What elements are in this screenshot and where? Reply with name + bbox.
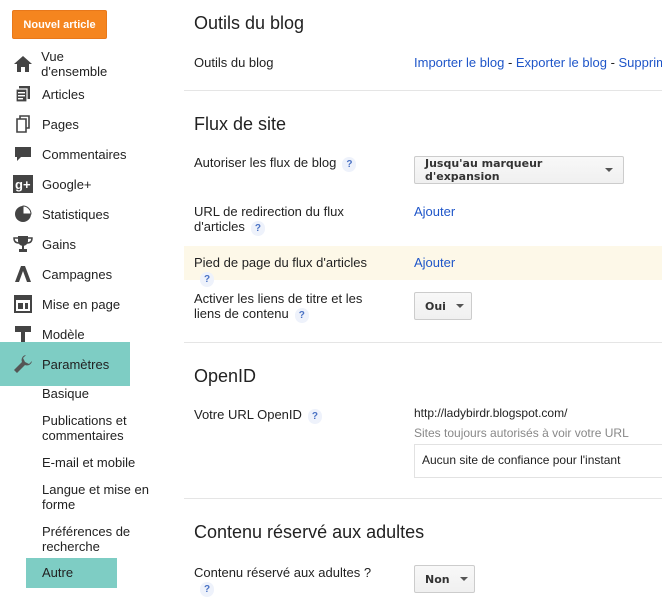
feed-footer-text: Pied de page du flux d'articles <box>194 255 368 270</box>
adult-content-label: Contenu réservé aux adultes ?? <box>194 565 384 597</box>
svg-text:g+: g+ <box>15 177 31 192</box>
feed-redirect-label: URL de redirection du flux d'articles? <box>194 204 384 236</box>
subnav-email-mobile[interactable]: E-mail et mobile <box>42 455 152 470</box>
sidebar-item-pages[interactable]: Pages <box>0 109 130 139</box>
subnav-language-formatting[interactable]: Langue et mise en forme <box>42 482 152 512</box>
sidebar-item-label: Articles <box>42 86 85 102</box>
openid-url-label: Votre URL OpenID? <box>194 407 384 424</box>
adult-content-text: Contenu réservé aux adultes ? <box>194 565 372 580</box>
section-title-adult-content: Contenu réservé aux adultes <box>194 522 425 542</box>
import-blog-link[interactable]: Importer le blog <box>414 55 504 70</box>
chevron-down-icon <box>459 577 468 581</box>
link-separator: - <box>606 55 619 70</box>
help-icon[interactable]: ? <box>294 308 309 323</box>
delete-blog-link[interactable]: Supprim <box>619 55 662 70</box>
title-links-value: Oui <box>425 299 446 313</box>
export-blog-link[interactable]: Exporter le blog <box>516 55 607 70</box>
subnav-other[interactable]: Autre <box>26 558 117 588</box>
link-separator: - <box>504 55 516 70</box>
sidebar-item-earnings[interactable]: Gains <box>0 229 130 259</box>
posts-icon <box>12 84 34 104</box>
settings-content: Outils du blog Outils du blog Importer l… <box>184 0 662 598</box>
trusted-sites-hint: Sites toujours autorisés à voir votre UR… <box>414 426 629 440</box>
wrench-icon <box>12 354 34 374</box>
feed-redirect-add-link[interactable]: Ajouter <box>414 204 455 219</box>
trophy-icon <box>12 234 34 254</box>
feed-redirect-text: URL de redirection du flux d'articles <box>194 204 344 234</box>
sidebar-item-overview[interactable]: Vue d'ensemble <box>0 49 130 79</box>
sidebar-item-label: Campagnes <box>42 266 113 282</box>
stats-icon <box>12 204 34 224</box>
sidebar-item-layout[interactable]: Mise en page <box>0 289 130 319</box>
help-icon[interactable]: ? <box>342 157 357 172</box>
subnav-posts-comments[interactable]: Publications et commentaires <box>42 413 152 443</box>
sidebar-item-label: Vue d'ensemble <box>41 49 108 79</box>
adult-content-value: Non <box>425 572 450 586</box>
sidebar-item-stats[interactable]: Statistiques <box>0 199 130 229</box>
title-links-label: Activer les liens de titre et les liens … <box>194 291 384 323</box>
sidebar-item-label: Pages <box>42 116 79 132</box>
help-icon[interactable]: ? <box>250 221 265 236</box>
section-divider <box>184 498 662 499</box>
feed-footer-add-link[interactable]: Ajouter <box>414 255 455 270</box>
chevron-down-icon <box>455 304 464 308</box>
sidebar-item-label: Mise en page <box>42 296 121 312</box>
sidebar-item-label: Commentaires <box>42 146 127 162</box>
title-links-text: Activer les liens de titre et les liens … <box>194 291 363 321</box>
adult-content-dropdown[interactable]: Non <box>414 565 475 593</box>
section-divider <box>184 90 662 91</box>
sidebar-item-posts[interactable]: Articles <box>0 79 130 109</box>
sidebar-item-label: Modèle <box>42 326 85 342</box>
section-title-openid: OpenID <box>194 366 257 386</box>
help-icon[interactable]: ? <box>200 272 215 287</box>
allow-feed-value: Jusqu'au marqueur d'expansion <box>425 157 543 183</box>
chevron-down-icon <box>605 168 613 172</box>
new-post-button[interactable]: Nouvel article <box>12 10 107 39</box>
subnav-basic[interactable]: Basique <box>42 386 152 401</box>
sidebar-item-google-plus[interactable]: g+ Google+ <box>0 169 130 199</box>
section-title-blog-tools: Outils du blog <box>194 13 305 33</box>
sidebar-item-comments[interactable]: Commentaires <box>0 139 130 169</box>
sidebar-item-label: Gains <box>42 236 76 252</box>
layout-icon <box>12 294 34 314</box>
google-plus-icon: g+ <box>12 174 34 194</box>
title-links-dropdown[interactable]: Oui <box>414 292 472 320</box>
section-title-site-feed: Flux de site <box>194 114 287 134</box>
home-icon <box>12 54 33 74</box>
blog-tools-label: Outils du blog <box>194 55 274 70</box>
allow-feed-label: Autoriser les flux de blog? <box>194 155 384 172</box>
template-icon <box>12 324 34 344</box>
feed-footer-label: Pied de page du flux d'articles? <box>194 255 384 287</box>
section-divider <box>184 342 662 343</box>
trusted-sites-empty: Aucun site de confiance pour l'instant <box>422 453 621 467</box>
trusted-sites-list: Aucun site de confiance pour l'instant <box>414 444 662 478</box>
allow-feed-dropdown[interactable]: Jusqu'au marqueur d'expansion <box>414 156 624 184</box>
openid-url-text: Votre URL OpenID <box>194 407 302 422</box>
subnav-search-preferences[interactable]: Préférences de recherche <box>42 524 152 554</box>
campaigns-icon <box>12 264 34 284</box>
comments-icon <box>12 144 34 164</box>
pages-icon <box>12 114 34 134</box>
sidebar-item-settings[interactable]: Paramètres <box>0 342 130 386</box>
sidebar: Nouvel article Vue d'ensemble Articles P… <box>0 0 149 598</box>
allow-feed-text: Autoriser les flux de blog <box>194 155 337 170</box>
sidebar-item-label: Statistiques <box>42 206 110 222</box>
openid-url-value: http://ladybirdr.blogspot.com/ <box>414 406 568 420</box>
help-icon[interactable]: ? <box>307 409 323 424</box>
sidebar-item-campaigns[interactable]: Campagnes <box>0 259 130 289</box>
sidebar-item-label: Google+ <box>42 176 92 192</box>
help-icon[interactable]: ? <box>200 582 215 597</box>
blog-tools-links: Importer le blog - Exporter le blog - Su… <box>414 55 662 70</box>
sidebar-item-label: Paramètres <box>42 356 110 372</box>
